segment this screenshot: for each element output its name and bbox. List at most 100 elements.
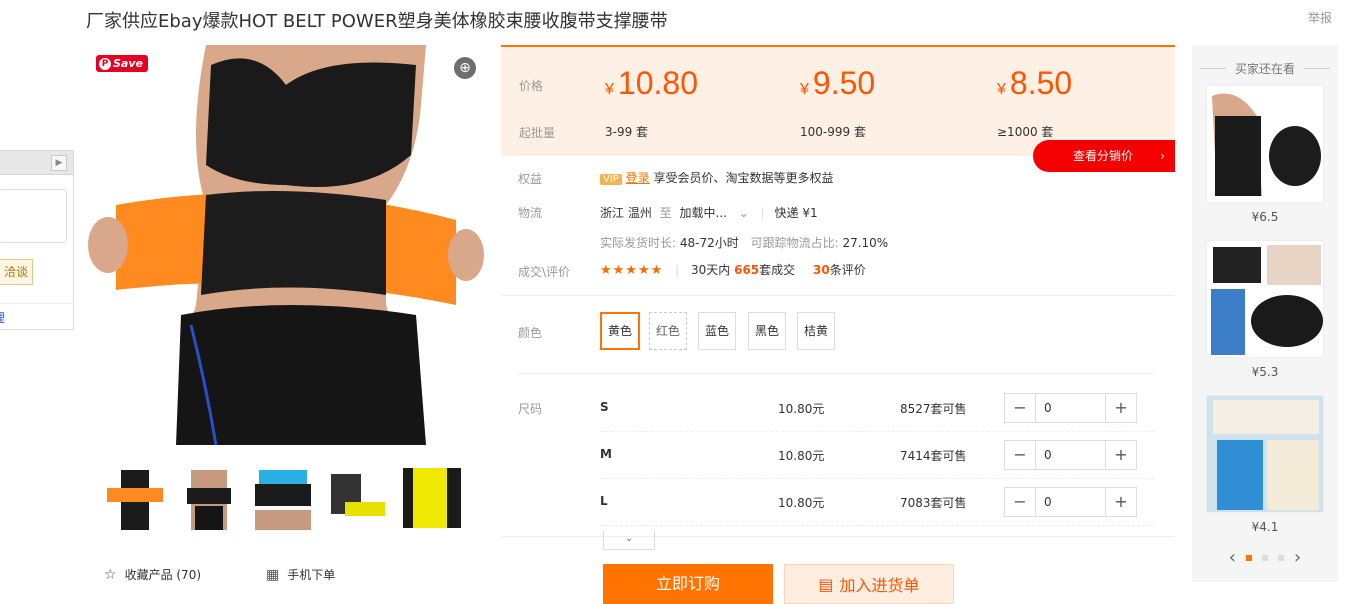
qty-range-3: ≥1000 套 [997, 125, 1054, 139]
recommended-item-3-image [1207, 396, 1323, 512]
mobile-order[interactable]: ▦ 手机下单 [266, 566, 335, 583]
sold-unit: 套成交 [759, 263, 796, 277]
ship-from: 浙江 温州 [600, 206, 652, 220]
quantity-input[interactable]: 0 [1035, 441, 1106, 469]
recommendation-sidebar: 买家还在看 ¥6.5 ¥5.3 ¥4.1 ‹ › [1192, 45, 1338, 582]
thumbnail-5[interactable] [399, 466, 463, 530]
ship-time: 48-72小时 [679, 236, 739, 250]
recommended-item-3[interactable] [1206, 395, 1324, 513]
recommended-price-2: ¥5.3 [1251, 365, 1279, 379]
color-option-blue[interactable]: 蓝色 [698, 312, 737, 350]
sidebar-title: 买家还在看 [1192, 60, 1338, 77]
color-option-black[interactable]: 黑色 [748, 312, 787, 350]
benefits-label: 权益 [518, 172, 543, 186]
add-cart-label: 加入进货单 [839, 576, 920, 595]
plus-button[interactable]: + [1106, 441, 1136, 469]
review-unit: 条评价 [829, 263, 866, 277]
color-option-yellow[interactable]: 黄色 [600, 312, 641, 350]
chevron-down-icon[interactable]: ⌄ [739, 206, 749, 220]
thumbnail-1[interactable] [103, 466, 167, 530]
size-name: S [600, 400, 609, 414]
recommended-item-2-image [1207, 241, 1323, 357]
sold-count[interactable]: 665 [734, 263, 759, 277]
pager-dot[interactable] [1262, 554, 1268, 561]
thumbnail-1-image [103, 466, 167, 530]
zoom-icon[interactable]: ⊕ [454, 57, 476, 79]
express-fee: 快递 ¥1 [774, 206, 818, 220]
price-tier-3: ¥8.50 [997, 65, 1073, 101]
size-stock: 8527套可售 [900, 402, 967, 416]
buy-now-button[interactable]: 立即订购 [603, 564, 773, 604]
size-label: 尺码 [518, 402, 543, 416]
chat-widget: ▶ 洽谈 理 [0, 150, 74, 330]
thumbnail-3-image [251, 466, 315, 530]
chevron-left-icon[interactable]: ‹ [1229, 547, 1236, 568]
size-stock: 7083套可售 [900, 496, 967, 510]
chat-header: ▶ [0, 151, 73, 175]
report-link[interactable]: 举报 [1308, 9, 1332, 26]
thumbnail-4-image [325, 466, 389, 530]
track-rate-label: 可跟踪物流占比: [750, 236, 839, 250]
thumbnail-3[interactable] [251, 466, 315, 530]
size-name: L [600, 494, 608, 508]
quantity-stepper: − 0 + [1004, 440, 1137, 470]
size-price: 10.80元 [778, 496, 825, 510]
chevron-right-icon[interactable]: › [1294, 547, 1301, 568]
plus-button[interactable]: + [1106, 394, 1136, 422]
expand-sizes-chevron-icon[interactable]: ⌄ [603, 530, 655, 550]
chat-link[interactable]: 理 [0, 309, 5, 326]
thumbnail-2-image [177, 466, 241, 530]
pinterest-save-button[interactable]: P Save [96, 55, 148, 72]
color-option-orange[interactable]: 桔黄 [797, 312, 836, 350]
thumbnail-4[interactable] [325, 466, 389, 530]
sidebar-pager: ‹ › [1192, 547, 1338, 568]
logistics-row: 浙江 温州 至 加载中... ⌄ | 快递 ¥1 [600, 206, 818, 220]
section-divider [501, 295, 1175, 296]
size-name: M [600, 447, 612, 461]
review-count[interactable]: 30 [813, 263, 830, 277]
thumbnail-2[interactable] [177, 466, 241, 530]
recommended-item-2[interactable] [1206, 240, 1324, 358]
favorite-label: 收藏产品 (70) [124, 568, 202, 582]
pager-dot[interactable] [1278, 554, 1284, 561]
clipboard-icon: ▤ [818, 574, 834, 594]
qr-code-icon: ▦ [266, 566, 280, 583]
save-label: Save [113, 57, 143, 70]
chat-divider [0, 303, 73, 304]
product-title: 厂家供应Ebay爆款HOT BELT POWER塑身美体橡胶束腰收腹带支撑腰带 [86, 11, 668, 32]
size-row-s: S 10.80元 8527套可售 − 0 + [600, 386, 1155, 432]
minus-button[interactable]: − [1005, 441, 1035, 469]
favorite-product[interactable]: ☆ 收藏产品 (70) [104, 566, 201, 583]
color-label: 颜色 [518, 326, 543, 340]
track-rate: 27.10% [842, 236, 889, 250]
minus-button[interactable]: − [1005, 394, 1035, 422]
size-row-l: L 10.80元 7083套可售 − 0 + [600, 480, 1155, 526]
expand-arrow-icon[interactable]: ▶ [51, 155, 67, 171]
chat-message-box[interactable] [0, 189, 67, 243]
mobile-order-label: 手机下单 [287, 568, 336, 582]
recommended-item-1[interactable] [1206, 85, 1324, 203]
pager-dot-active[interactable] [1246, 554, 1252, 561]
price-tier-2: ¥9.50 [800, 65, 876, 101]
login-link[interactable]: 登录 [626, 171, 650, 185]
consult-button[interactable]: 洽谈 [0, 259, 33, 285]
plus-button[interactable]: + [1106, 488, 1136, 516]
price-tier-1: ¥10.80 [605, 65, 698, 101]
benefits-row: VIP 登录 享受会员价、淘宝数据等更多权益 [600, 169, 834, 186]
benefits-text: 享受会员价、淘宝数据等更多权益 [653, 171, 834, 185]
destination-select[interactable]: 加载中... [680, 206, 727, 220]
vip-badge: VIP [600, 174, 622, 185]
view-distributor-price-button[interactable]: 查看分销价 › [1033, 140, 1175, 172]
minus-button[interactable]: − [1005, 488, 1035, 516]
recommended-item-1-image [1207, 86, 1323, 202]
main-product-image[interactable]: P Save ⊕ [86, 45, 488, 445]
color-option-red[interactable]: 红色 [649, 312, 688, 350]
days-label: 30天内 [690, 263, 731, 277]
quantity-input[interactable]: 0 [1035, 394, 1106, 422]
size-stock: 7414套可售 [900, 449, 967, 463]
distributor-label: 查看分销价 [1073, 149, 1134, 163]
size-price: 10.80元 [778, 402, 825, 416]
star-outline-icon: ☆ [104, 566, 117, 583]
add-to-cart-button[interactable]: ▤ 加入进货单 [784, 564, 954, 604]
quantity-input[interactable]: 0 [1035, 488, 1106, 516]
